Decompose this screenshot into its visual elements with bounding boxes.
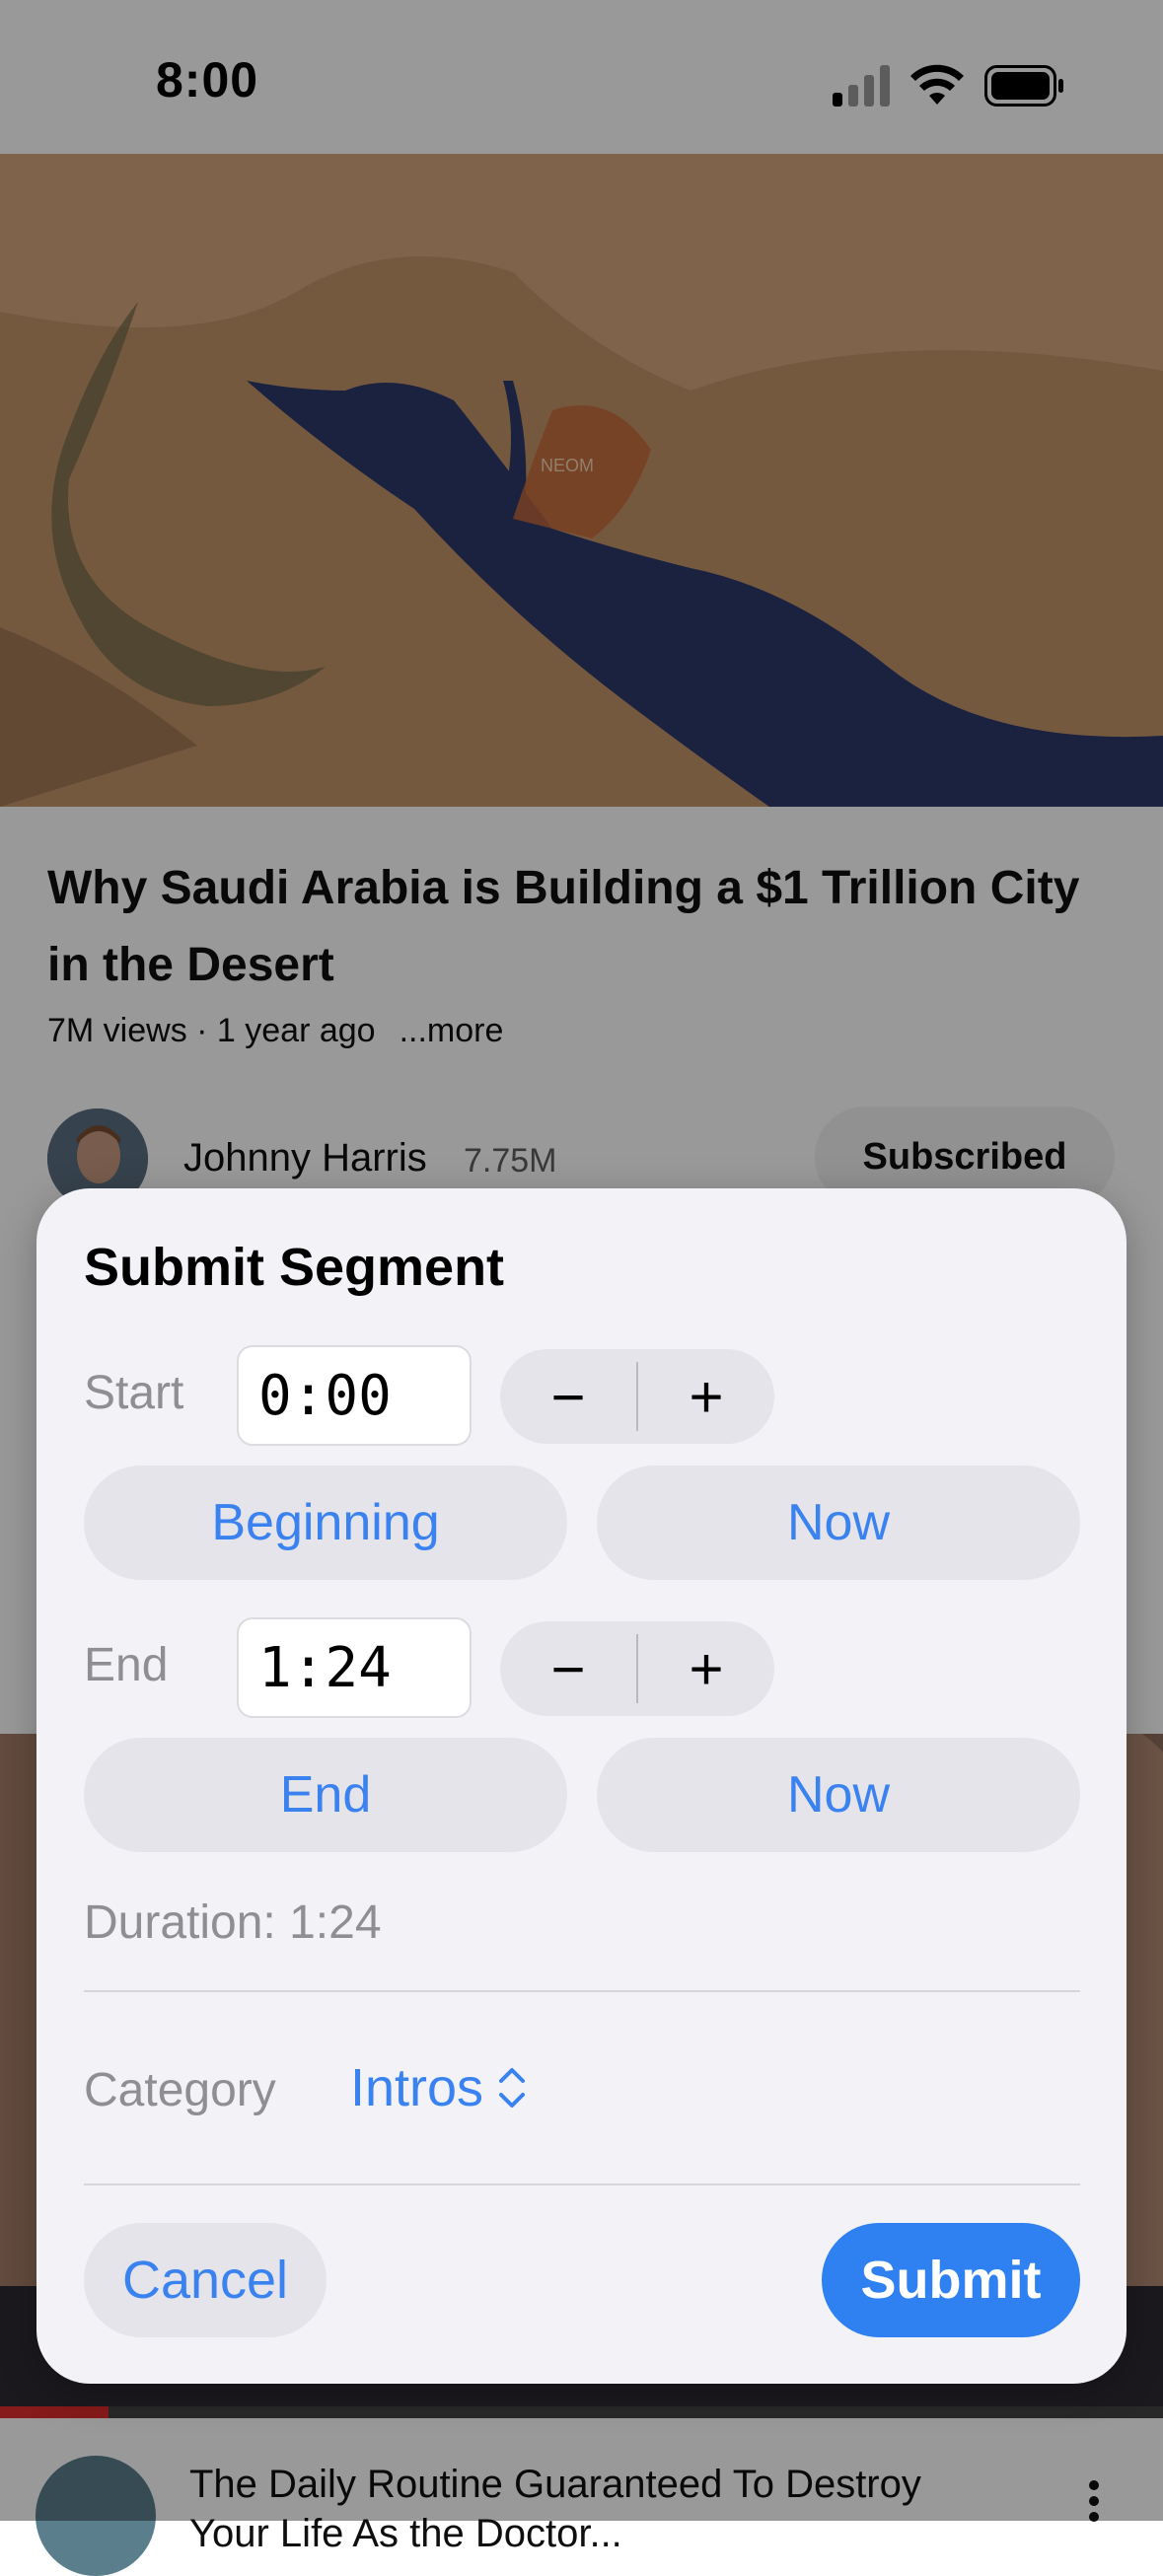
divider <box>84 2183 1080 2185</box>
category-picker[interactable]: Intros <box>350 2057 529 2118</box>
start-now-button[interactable]: Now <box>597 1466 1080 1580</box>
start-time-field[interactable]: 0:00 <box>237 1345 472 1446</box>
category-value: Intros <box>350 2058 484 2117</box>
end-now-button[interactable]: Now <box>597 1738 1080 1852</box>
divider <box>84 1990 1080 1992</box>
cancel-button[interactable]: Cancel <box>84 2223 327 2337</box>
end-increment-button[interactable]: + <box>638 1621 774 1716</box>
duration-text: Duration: 1:24 <box>84 1896 382 1949</box>
end-end-button[interactable]: End <box>84 1738 567 1852</box>
chevron-up-down-icon <box>499 2068 526 2108</box>
start-label: Start <box>84 1367 184 1419</box>
end-label: End <box>84 1639 169 1691</box>
end-stepper: − + <box>500 1621 774 1716</box>
start-stepper: − + <box>500 1349 774 1444</box>
start-increment-button[interactable]: + <box>638 1349 774 1444</box>
end-decrement-button[interactable]: − <box>500 1621 636 1716</box>
end-time-field[interactable]: 1:24 <box>237 1617 472 1718</box>
submit-button[interactable]: Submit <box>822 2223 1080 2337</box>
start-decrement-button[interactable]: − <box>500 1349 636 1444</box>
dialog-title: Submit Segment <box>84 1238 505 1297</box>
start-beginning-button[interactable]: Beginning <box>84 1466 567 1580</box>
category-label: Category <box>84 2064 276 2116</box>
